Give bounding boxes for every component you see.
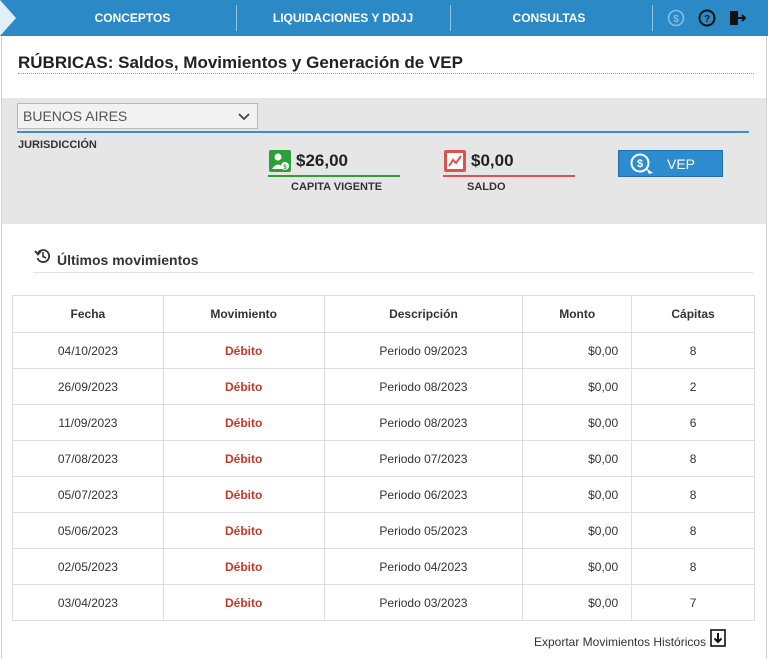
cell-capitas: 2	[631, 368, 755, 405]
chart-icon	[444, 150, 466, 177]
cell-descripcion: Periodo 07/2023	[323, 440, 524, 477]
cell-monto: $0,00	[522, 548, 633, 585]
nav-liquidaciones[interactable]: LIQUIDACIONES Y DDJJ	[237, 0, 449, 36]
nav-consultas[interactable]: CONSULTAS	[451, 0, 647, 36]
cell-fecha: 03/04/2023	[12, 584, 164, 621]
cell-capitas: 8	[631, 476, 755, 513]
table-row: 26/09/2023 Débito Periodo 08/2023 $0,00 …	[12, 368, 755, 405]
cell-movimiento: Débito	[162, 584, 325, 621]
table-row: 03/04/2023 Débito Periodo 03/2023 $0,00 …	[12, 584, 755, 621]
table-row: 11/09/2023 Débito Periodo 08/2023 $0,00 …	[12, 404, 755, 441]
movements-divider	[33, 272, 753, 273]
header-descripcion: Descripción	[323, 295, 524, 333]
cell-movimiento: Débito	[162, 368, 325, 405]
cell-descripcion: Periodo 03/2023	[323, 584, 524, 621]
table-row: 04/10/2023 Débito Periodo 09/2023 $0,00 …	[12, 332, 755, 369]
history-icon	[34, 247, 52, 270]
vep-button-label: VEP	[667, 156, 696, 172]
cell-descripcion: Periodo 08/2023	[323, 404, 524, 441]
saldo-label: SALDO	[467, 181, 506, 193]
saldo-amount: $0,00	[471, 151, 514, 170]
header-capitas: Cápitas	[631, 295, 755, 333]
cell-fecha: 05/07/2023	[12, 476, 164, 513]
cell-descripcion: Periodo 06/2023	[323, 476, 524, 513]
table-row: 07/08/2023 Débito Periodo 07/2023 $0,00 …	[12, 440, 755, 477]
cell-capitas: 6	[631, 404, 755, 441]
svg-text:$: $	[637, 158, 643, 170]
help-icon[interactable]: ?	[698, 9, 716, 27]
table-row: 05/06/2023 Débito Periodo 05/2023 $0,00 …	[12, 512, 755, 549]
saldo-underline	[443, 175, 575, 177]
cell-monto: $0,00	[522, 368, 633, 405]
cell-monto: $0,00	[522, 332, 633, 369]
cell-descripcion: Periodo 04/2023	[323, 548, 524, 585]
panel-divider	[17, 131, 749, 133]
cell-descripcion: Periodo 05/2023	[323, 512, 524, 549]
chevron-down-icon	[237, 107, 251, 132]
cell-movimiento: Débito	[162, 512, 325, 549]
cell-descripcion: Periodo 08/2023	[323, 368, 524, 405]
cell-fecha: 04/10/2023	[12, 332, 164, 369]
page-title: RÚBRICAS: Saldos, Movimientos y Generaci…	[18, 53, 463, 72]
cell-movimiento: Débito	[162, 476, 325, 513]
dollar-icon[interactable]: $	[667, 9, 685, 27]
header-fecha: Fecha	[12, 295, 164, 333]
svg-text:$: $	[673, 14, 679, 25]
nav-conceptos[interactable]: CONCEPTOS	[30, 0, 235, 36]
cell-monto: $0,00	[522, 476, 633, 513]
cell-capitas: 7	[631, 584, 755, 621]
nav-divider	[652, 5, 653, 31]
table-row: 02/05/2023 Débito Periodo 04/2023 $0,00 …	[12, 548, 755, 585]
logout-icon[interactable]	[728, 9, 746, 27]
movements-table: Fecha Movimiento Descripción Monto Cápit…	[12, 295, 755, 621]
cell-movimiento: Débito	[162, 332, 325, 369]
jurisdiction-select[interactable]: BUENOS AIRES	[17, 103, 258, 129]
cell-movimiento: Débito	[162, 404, 325, 441]
cell-fecha: 11/09/2023	[12, 404, 164, 441]
capita-underline	[268, 175, 400, 177]
cell-monto: $0,00	[522, 584, 633, 621]
cell-fecha: 05/06/2023	[12, 512, 164, 549]
cell-capitas: 8	[631, 548, 755, 585]
table-row: 05/07/2023 Débito Periodo 06/2023 $0,00 …	[12, 476, 755, 513]
cell-monto: $0,00	[522, 512, 633, 549]
cell-capitas: 8	[631, 512, 755, 549]
cell-fecha: 07/08/2023	[12, 440, 164, 477]
capita-amount: $26,00	[296, 151, 348, 170]
download-icon[interactable]	[710, 629, 726, 652]
vep-button[interactable]: $ VEP	[618, 150, 723, 177]
nav-arrow-icon	[0, 0, 16, 36]
cell-movimiento: Débito	[162, 548, 325, 585]
capita-icon: $	[269, 150, 291, 177]
table-header-row: Fecha Movimiento Descripción Monto Cápit…	[12, 295, 755, 333]
cell-monto: $0,00	[522, 440, 633, 477]
header-monto: Monto	[522, 295, 633, 333]
cell-monto: $0,00	[522, 404, 633, 441]
svg-text:?: ?	[704, 14, 710, 25]
jurisdiction-label: JURISDICCIÓN	[18, 139, 97, 151]
jurisdiction-selected-value: BUENOS AIRES	[23, 108, 128, 124]
cell-capitas: 8	[631, 332, 755, 369]
title-divider	[18, 73, 754, 74]
cell-capitas: 8	[631, 440, 755, 477]
top-nav: CONCEPTOS LIQUIDACIONES Y DDJJ CONSULTAS…	[0, 0, 768, 36]
header-movimiento: Movimiento	[162, 295, 325, 333]
export-history-link[interactable]: Exportar Movimientos Históricos	[534, 635, 706, 649]
cell-descripcion: Periodo 09/2023	[323, 332, 524, 369]
movements-title: Últimos movimientos	[57, 252, 199, 268]
cell-fecha: 02/05/2023	[12, 548, 164, 585]
cell-movimiento: Débito	[162, 440, 325, 477]
cell-fecha: 26/09/2023	[12, 368, 164, 405]
capita-label: CAPITA VIGENTE	[291, 181, 383, 193]
dollar-click-icon: $	[629, 152, 655, 179]
